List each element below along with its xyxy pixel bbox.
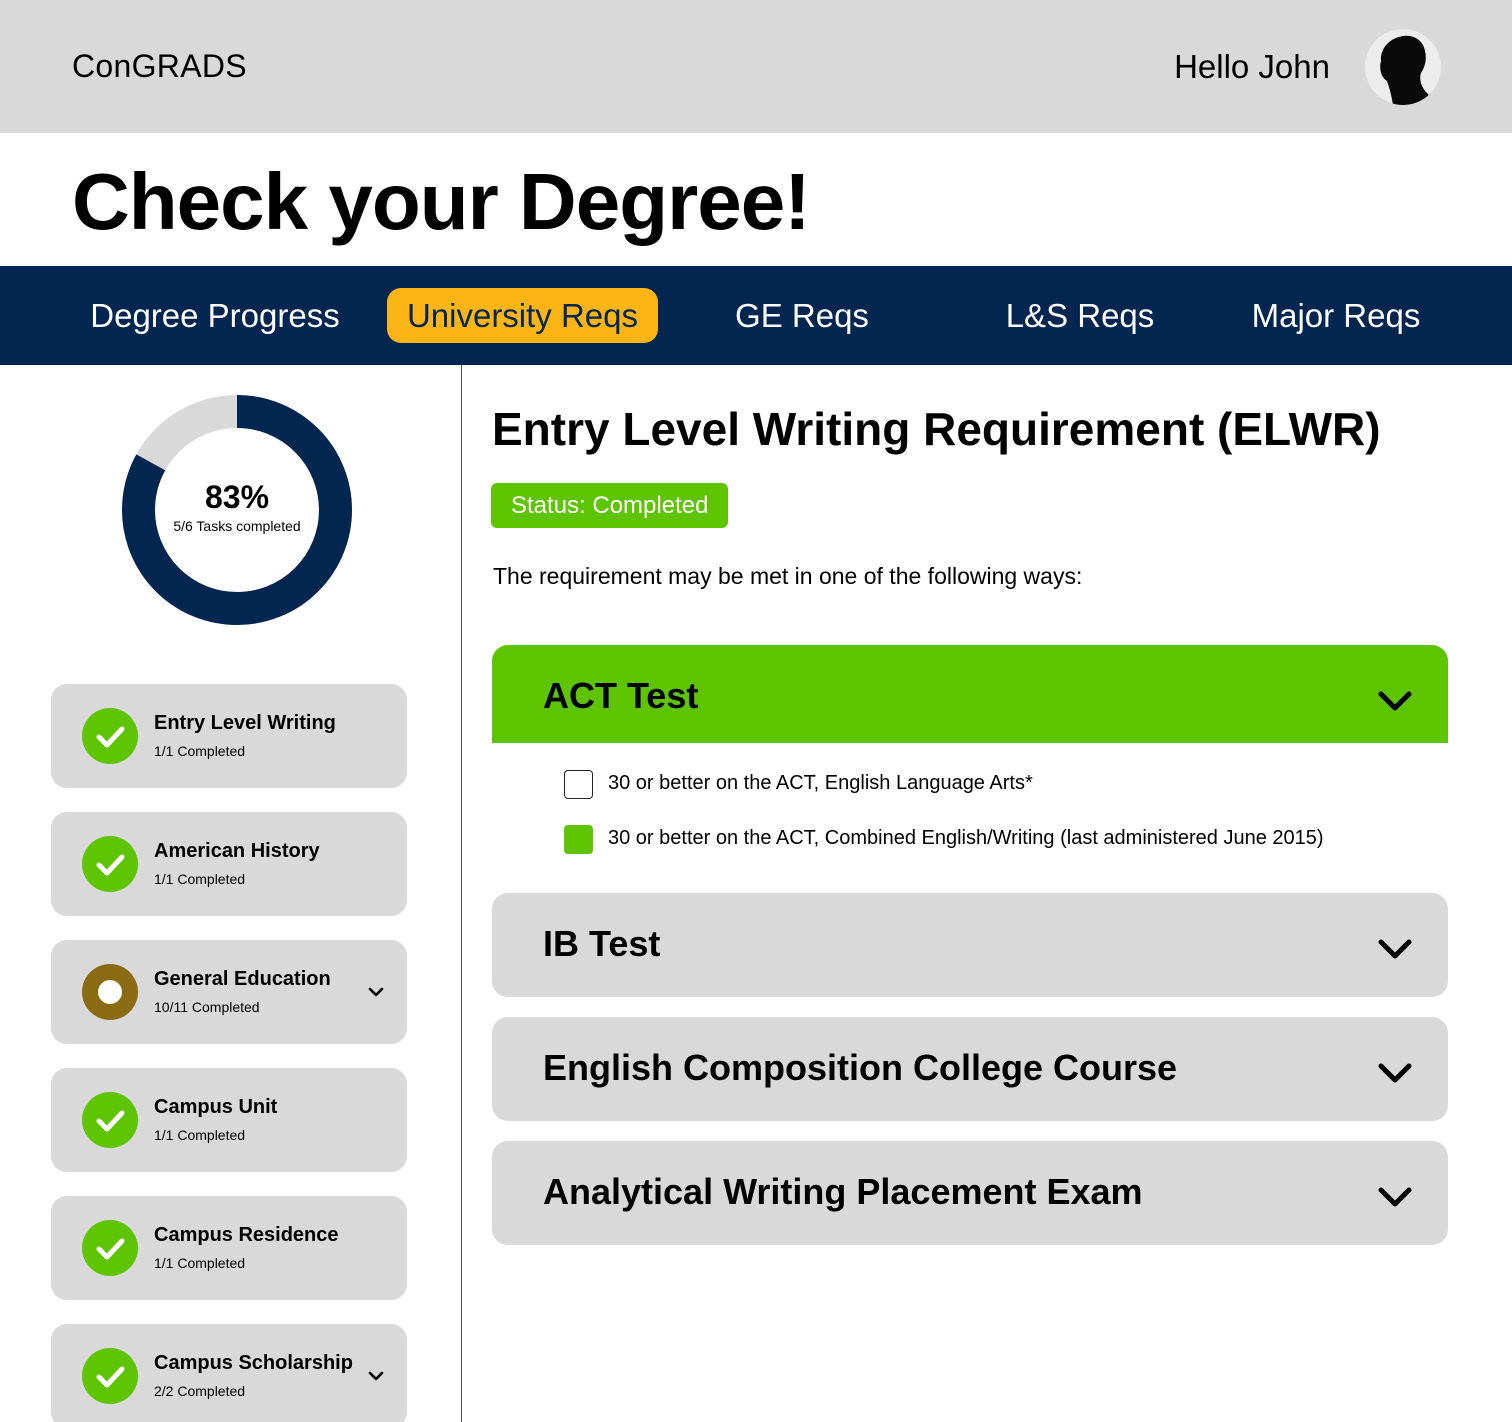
tab-bar: Degree Progress University Reqs GE Reqs … <box>0 266 1512 365</box>
tab-major-reqs[interactable]: Major Reqs <box>1230 288 1442 343</box>
user-greeting: Hello John <box>1174 48 1330 85</box>
requirement-heading: Entry Level Writing Requirement (ELWR) <box>492 403 1381 455</box>
tab-degree-progress[interactable]: Degree Progress <box>80 288 350 343</box>
chevron-down-icon[interactable] <box>367 1370 385 1382</box>
requirement-count: 10/11 Completed <box>154 999 260 1015</box>
accordion-analytical-writing[interactable]: Analytical Writing Placement Exam <box>492 1141 1448 1245</box>
requirement-card-campus-unit[interactable]: Campus Unit 1/1 Completed <box>51 1068 407 1172</box>
check-circle-icon <box>82 708 138 764</box>
option-label: 30 or better on the ACT, English Languag… <box>608 772 1033 794</box>
requirement-name: Entry Level Writing <box>154 712 336 734</box>
check-circle-icon <box>82 1220 138 1276</box>
requirement-card-entry-level-writing[interactable]: Entry Level Writing 1/1 Completed <box>51 684 407 788</box>
requirement-count: 2/2 Completed <box>154 1383 246 1399</box>
chevron-down-icon[interactable] <box>1377 1185 1413 1209</box>
tab-university-reqs[interactable]: University Reqs <box>387 288 658 343</box>
requirement-name: Campus Residence <box>154 1224 339 1246</box>
accordion-title: ACT Test <box>543 675 699 716</box>
requirement-count: 1/1 Completed <box>154 743 246 759</box>
requirement-card-campus-scholarship[interactable]: Campus Scholarship 2/2 Completed <box>51 1324 407 1422</box>
status-badge: Status: Completed <box>491 483 729 528</box>
checkbox-checked[interactable] <box>564 825 593 854</box>
accordion-ib-test[interactable]: IB Test <box>492 893 1448 997</box>
avatar[interactable] <box>1365 29 1441 105</box>
tab-ls-reqs[interactable]: L&S Reqs <box>990 288 1170 343</box>
requirement-count: 1/1 Completed <box>154 1127 246 1143</box>
check-circle-icon <box>82 1348 138 1404</box>
progress-percent: 83% <box>204 479 270 515</box>
check-circle-icon <box>82 1092 138 1148</box>
chevron-down-icon[interactable] <box>367 986 385 998</box>
requirement-count: 1/1 Completed <box>154 871 246 887</box>
app-brand[interactable]: ConGRADS <box>72 48 247 85</box>
accordion-title: IB Test <box>543 923 661 964</box>
checkbox[interactable] <box>564 770 593 799</box>
requirement-name: Campus Scholarship <box>154 1352 353 1374</box>
progress-subtitle: 5/6 Tasks completed <box>173 518 301 534</box>
user-silhouette-icon <box>1380 35 1433 105</box>
page-title: Check your Degree! <box>72 157 811 246</box>
accordion-title: Analytical Writing Placement Exam <box>543 1171 1143 1212</box>
requirement-name: Campus Unit <box>154 1096 278 1118</box>
accordion-title: English Composition College Course <box>543 1047 1178 1088</box>
chevron-down-icon[interactable] <box>1377 1061 1413 1085</box>
requirement-card-american-history[interactable]: American History 1/1 Completed <box>51 812 407 916</box>
chevron-down-icon[interactable] <box>1377 689 1413 713</box>
requirement-card-campus-residence[interactable]: Campus Residence 1/1 Completed <box>51 1196 407 1300</box>
requirement-count: 1/1 Completed <box>154 1255 246 1271</box>
requirement-name: American History <box>154 840 320 862</box>
check-circle-icon <box>82 836 138 892</box>
requirement-card-general-education[interactable]: General Education 10/11 Completed <box>51 940 407 1044</box>
top-bar: ConGRADS Hello John <box>0 0 1512 133</box>
requirement-intro: The requirement may be met in one of the… <box>493 563 1083 589</box>
accordion-act-test[interactable]: ACT Test <box>492 645 1448 743</box>
tab-ge-reqs[interactable]: GE Reqs <box>700 288 904 343</box>
in-progress-circle-icon <box>82 964 138 1020</box>
chevron-down-icon[interactable] <box>1377 937 1413 961</box>
requirement-name: General Education <box>154 968 331 990</box>
accordion-english-composition[interactable]: English Composition College Course <box>492 1017 1448 1121</box>
option-label: 30 or better on the ACT, Combined Englis… <box>608 827 1324 849</box>
sidebar-divider <box>461 365 462 1422</box>
